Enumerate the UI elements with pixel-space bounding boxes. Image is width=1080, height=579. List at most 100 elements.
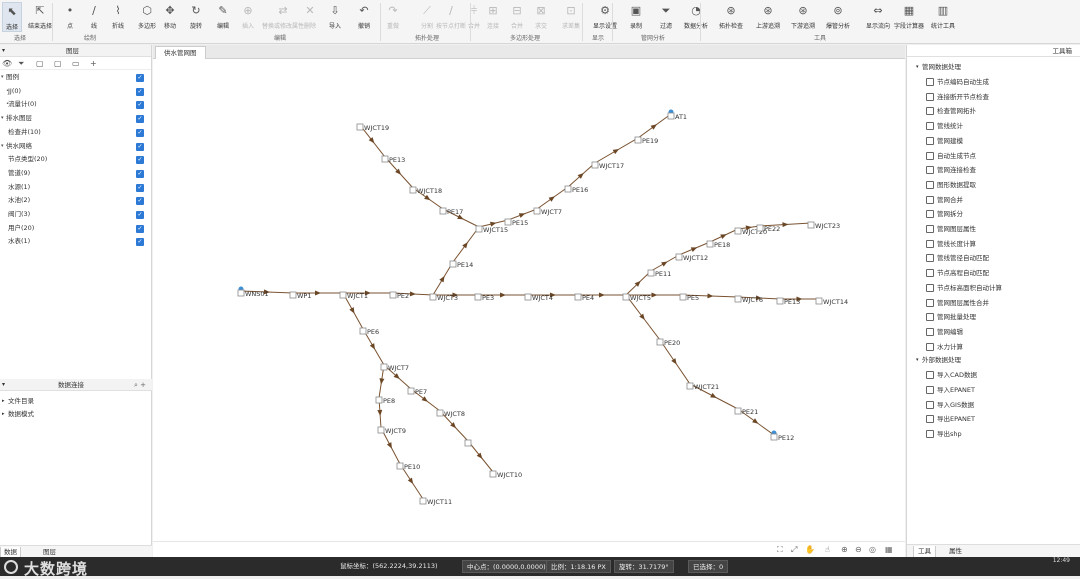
layer-visibility-checkbox[interactable]: ✓	[136, 197, 144, 206]
collapse-icon[interactable]: ▾	[916, 354, 919, 366]
network-node[interactable]: PE2	[389, 291, 409, 300]
delete-button[interactable]: ✕ 删除	[300, 2, 320, 32]
fold-button[interactable]: ⌇ 折线	[106, 2, 130, 32]
toolbox-item[interactable]: 导入CAD数据	[907, 368, 1080, 383]
network-node[interactable]: PE13	[381, 155, 405, 164]
network-node[interactable]: PE8	[375, 396, 395, 405]
network-node[interactable]: WJCT3	[429, 293, 458, 302]
layer-row[interactable]: ▾ 供水网络 ✓	[0, 140, 152, 153]
network-node[interactable]: WJCT7	[533, 207, 562, 216]
layer-row[interactable]: • JJ(0) ✓	[0, 85, 152, 98]
calculator-button[interactable]: ▦ 字段计算器	[892, 2, 926, 32]
union-button[interactable]: ⊟ 合并	[507, 2, 527, 32]
layer-visibility-checkbox[interactable]: ✓	[136, 87, 144, 96]
tree-toggle-icon[interactable]: ▸	[2, 395, 5, 407]
layer-row[interactable]: 节点类型(20) ✓	[0, 153, 152, 166]
zoom-out-icon[interactable]: ⊖	[855, 545, 862, 554]
layer-row[interactable]: 水池(2) ✓	[0, 194, 152, 207]
layer-visibility-checkbox[interactable]: ✓	[136, 211, 144, 219]
fullscreen-icon[interactable]: ⛶	[777, 545, 783, 555]
polygon-button[interactable]: ⬡ 多边形	[135, 2, 159, 32]
filter-icon[interactable]: ⏷	[18, 59, 24, 69]
collapse-icon[interactable]: ▾	[2, 45, 5, 57]
trace-up-button[interactable]: ⊛ 上游追溯	[751, 2, 785, 32]
toolbox-item[interactable]: 自动生成节点	[907, 149, 1080, 164]
join-button[interactable]: ⊞ 连接	[483, 2, 503, 32]
intersect-button[interactable]: ⊠ 求交	[531, 2, 551, 32]
layer-row[interactable]: 水源(1) ✓	[0, 181, 152, 194]
network-node[interactable]: PE16	[564, 185, 588, 194]
layer-row[interactable]: 水表(1) ✓	[0, 235, 152, 248]
split-line-button[interactable]: ∕ 按节点打断	[436, 2, 466, 32]
network-node[interactable]: PE5	[679, 293, 699, 302]
network-node[interactable]: PE15	[504, 218, 528, 227]
network-node[interactable]: PE6	[359, 327, 379, 336]
toolbox-item[interactable]: 导入EPANET	[907, 383, 1080, 398]
toolbox-item[interactable]: 管线管径自动匹配	[907, 251, 1080, 266]
tree-toggle-icon[interactable]: ▸	[2, 408, 5, 420]
tree-toggle-icon[interactable]: ▾	[1, 140, 4, 153]
layer-visibility-checkbox[interactable]: ✓	[136, 156, 144, 165]
network-node[interactable]: WJCT9	[377, 426, 406, 435]
box-select-button[interactable]: ⇱ 结束选择	[25, 2, 55, 32]
network-node[interactable]: WJCT6	[734, 295, 763, 304]
network-node[interactable]: WJCT14	[815, 297, 848, 306]
map-canvas[interactable]: WNS01 WP1 WJCT1 PE2 WJCT3 PE3 WJCT4 PE4 WJCT5 PE5…	[153, 59, 905, 541]
layer-row[interactable]: ▾ 排水图层 ✓	[0, 112, 152, 125]
replace-button[interactable]: ⇄ 替换或修改属性	[262, 2, 304, 32]
import-button[interactable]: ⇩ 导入	[325, 2, 345, 32]
layer-row[interactable]: 阀门(3) ✓	[0, 208, 152, 221]
network-node[interactable]: WJCT10	[489, 470, 522, 479]
tree-toggle-icon[interactable]: ▾	[1, 71, 4, 84]
record-button[interactable]: ▣ 录制	[624, 2, 648, 32]
toolbox-item[interactable]: 管线长度计算	[907, 237, 1080, 252]
network-node[interactable]: WJCT19	[356, 123, 389, 132]
network-node[interactable]: WJCT5	[622, 293, 651, 302]
line-button[interactable]: ∕ 线	[84, 2, 104, 32]
layer-visibility-checkbox[interactable]: ✓	[136, 169, 144, 178]
tab-network-map[interactable]: 供水管网图	[155, 46, 206, 59]
tab-layers[interactable]: 图层	[40, 547, 59, 557]
network-node[interactable]: PE7	[407, 387, 427, 396]
network-node[interactable]: WJCT7	[380, 363, 409, 372]
network-node[interactable]: PE17	[439, 207, 463, 216]
toolbox-item[interactable]: 节点编码自动生成	[907, 75, 1080, 90]
network-node[interactable]: PE13	[776, 297, 800, 306]
network-node[interactable]: PE10	[396, 462, 420, 471]
network-node[interactable]: WJCT4	[524, 293, 553, 302]
network-node[interactable]: PE3	[474, 293, 494, 302]
network-node[interactable]: PE19	[634, 136, 658, 145]
topo-check-button[interactable]: ⊛ 拓扑检查	[711, 2, 751, 32]
network-node[interactable]: WJCT17	[591, 161, 624, 170]
toolbox-item[interactable]: 管网图层属性	[907, 222, 1080, 237]
network-node[interactable]: AT1	[667, 109, 687, 122]
toolbox-item[interactable]: 管线统计	[907, 119, 1080, 134]
plus-icon[interactable]: +	[90, 59, 97, 68]
rotate-button[interactable]: ↻ 旋转	[186, 2, 206, 32]
folder-icon[interactable]: ▭	[72, 59, 80, 68]
filter-button[interactable]: ⏷ 过滤	[655, 2, 677, 32]
toolbox-section[interactable]: ▾ 外部数据处理	[907, 354, 1080, 366]
toolbox-item[interactable]: 管网批量处理	[907, 310, 1080, 325]
network-node[interactable]: PE4	[574, 293, 594, 302]
undo-button[interactable]: ↶ 撤销	[354, 2, 374, 32]
hand-icon[interactable]: ✋	[805, 545, 815, 554]
layer-row[interactable]: 管道(9) ✓	[0, 167, 152, 180]
toolbox-item[interactable]: 管网合并	[907, 193, 1080, 208]
network-node[interactable]: WJCT21	[686, 382, 719, 391]
layer-visibility-checkbox[interactable]: ✓	[136, 101, 144, 110]
toolbox-item[interactable]: 节点高程自动匹配	[907, 266, 1080, 281]
network-node[interactable]: WP1	[289, 291, 311, 300]
layer-visibility-checkbox[interactable]: ✓	[136, 128, 144, 137]
toolbox-section[interactable]: ▾ 管网数据处理	[907, 61, 1080, 73]
merge-button[interactable]: ⫩ 合并	[464, 2, 484, 32]
layer-visibility-checkbox[interactable]: ✓	[136, 115, 144, 124]
stats-tools-button[interactable]: ▥ 统计工具	[926, 2, 960, 32]
toolbox-item[interactable]: 管网图层属性合并	[907, 296, 1080, 311]
copy-layer-icon[interactable]: ▢	[54, 59, 62, 68]
select-button[interactable]: ⬉ 选择	[2, 2, 22, 32]
network-node[interactable]: WJCT15	[475, 225, 508, 234]
expand-icon[interactable]: ⤢	[791, 545, 797, 555]
network-diagram[interactable]: WNS01 WP1 WJCT1 PE2 WJCT3 PE3 WJCT4 PE4 WJCT5 PE5…	[153, 59, 905, 541]
stats-button[interactable]: ◔ 数据分析	[682, 2, 710, 32]
